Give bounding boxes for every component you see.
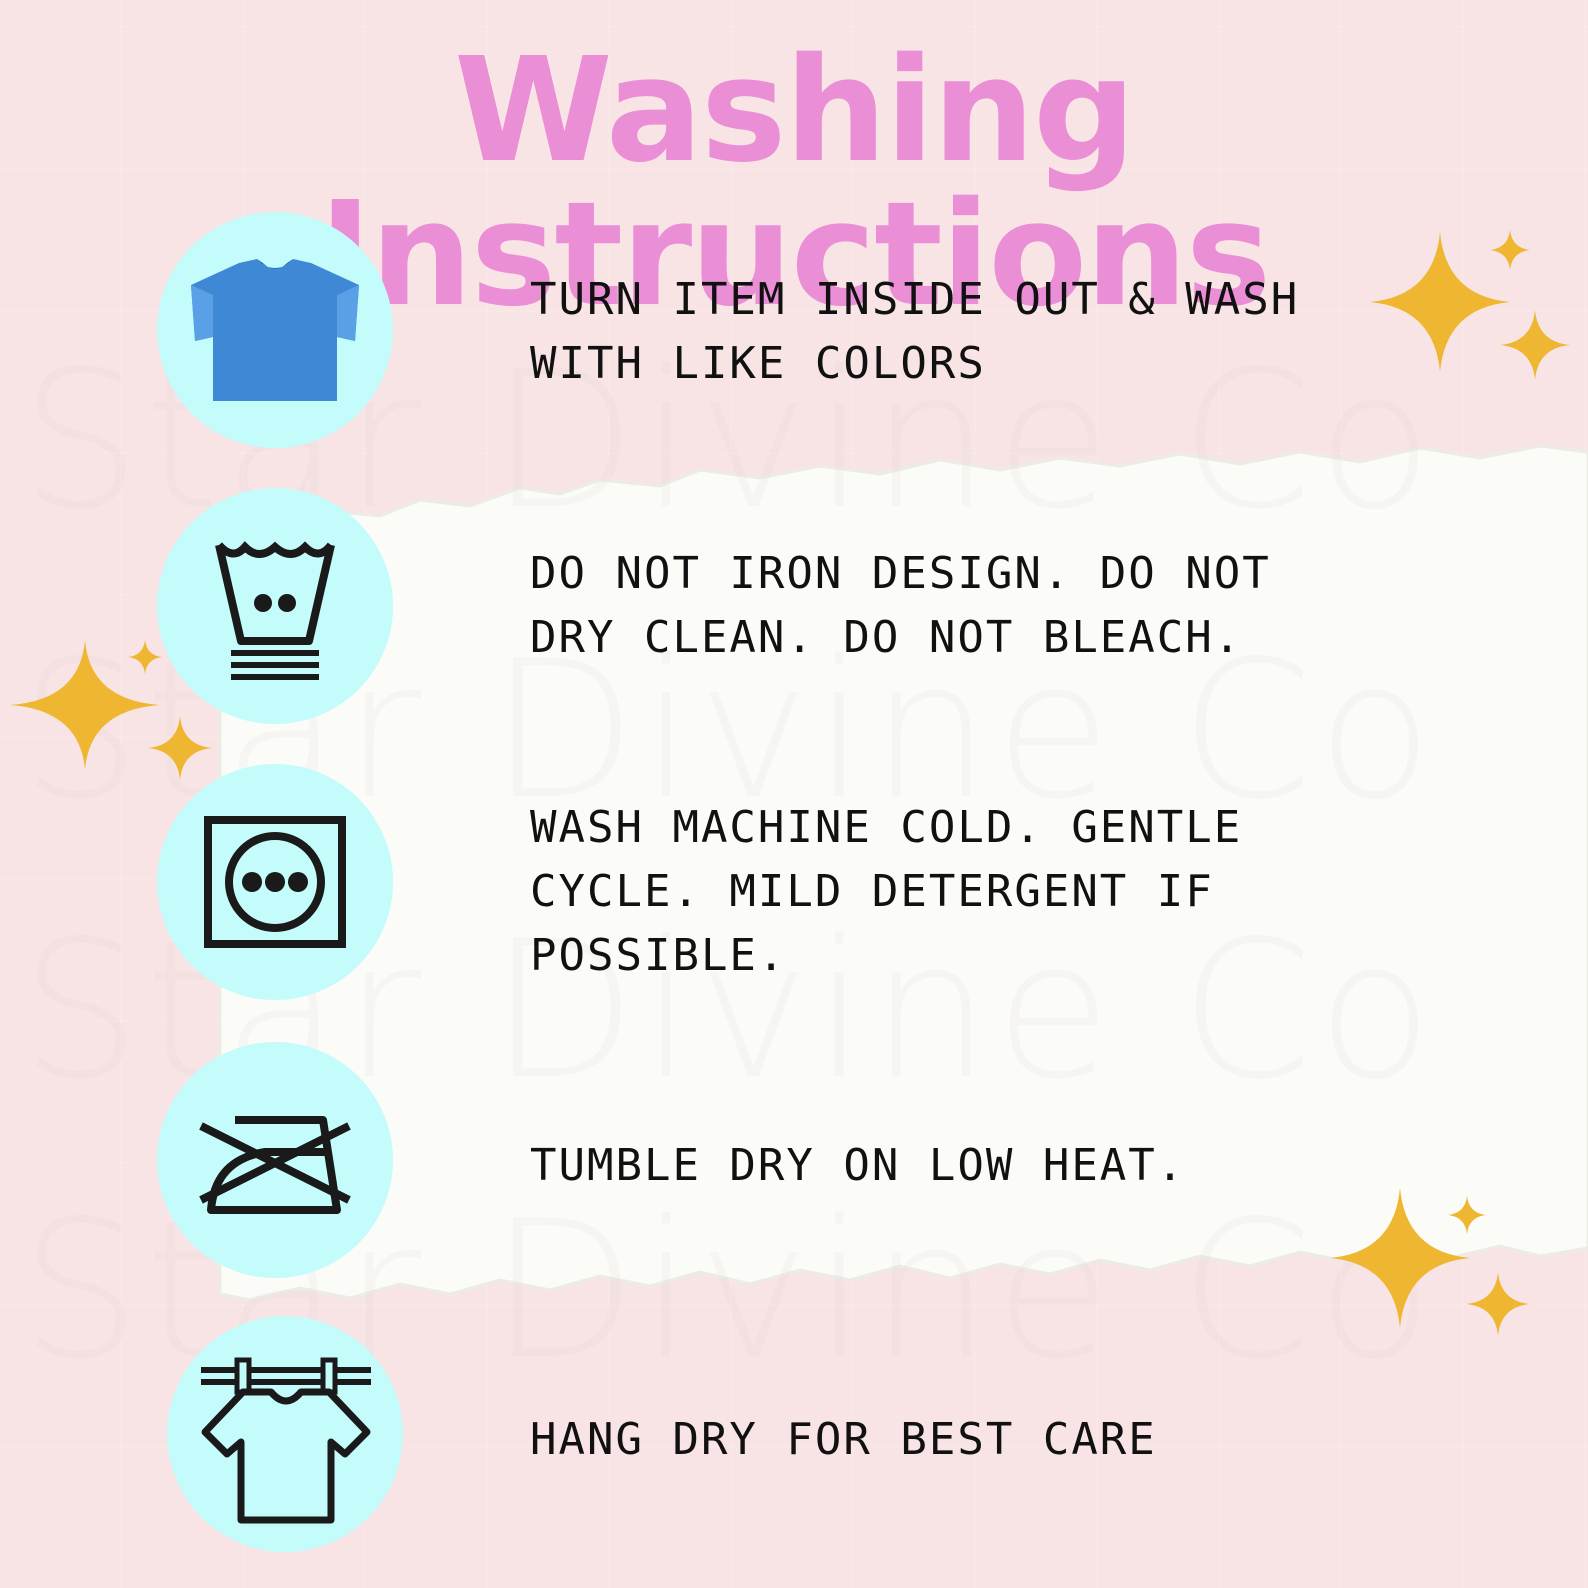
instruction-text: DO NOT IRON DESIGN. DO NOT DRY CLEAN. DO… — [530, 548, 1271, 663]
sparkle-icon — [128, 640, 162, 674]
do-not-iron-icon — [199, 1116, 351, 1214]
tshirt-icon — [191, 259, 359, 401]
icon-circle — [157, 764, 393, 1000]
sparkle-icon — [1490, 230, 1530, 270]
sparkle-icon — [1500, 310, 1570, 380]
hang-dry-icon — [201, 1357, 371, 1524]
wash-basin-cold-gentle-icon — [215, 541, 335, 680]
icon-circle — [157, 488, 393, 724]
instruction-text: HANG DRY FOR BEST CARE — [530, 1414, 1157, 1465]
icon-circle — [157, 1042, 393, 1278]
icon-circle — [167, 1316, 403, 1552]
tumble-dry-low-icon — [204, 816, 346, 948]
sparkle-icon — [148, 716, 212, 780]
sparkle-icon — [1448, 1196, 1486, 1234]
icon-circle — [157, 212, 393, 448]
sparkle-icon — [1466, 1272, 1530, 1336]
instruction-text: WASH MACHINE COLD. GENTLE CYCLE. MILD DE… — [530, 802, 1243, 981]
